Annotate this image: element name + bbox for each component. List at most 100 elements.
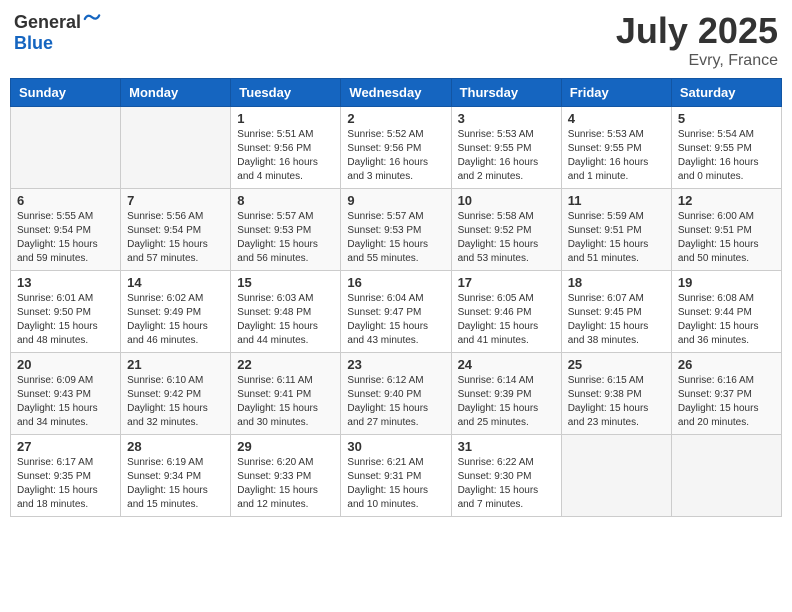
day-info: Sunrise: 6:12 AM Sunset: 9:40 PM Dayligh… [347, 374, 444, 430]
calendar-cell: 1 Sunrise: 5:51 AM Sunset: 9:56 PM Daylig… [231, 107, 341, 189]
day-number: 21 [127, 357, 224, 372]
logo-blue: Blue [14, 33, 53, 53]
calendar-week-row: 20Sunrise: 6:09 AM Sunset: 9:43 PM Dayli… [11, 353, 782, 435]
calendar-week-row: 27Sunrise: 6:17 AM Sunset: 9:35 PM Dayli… [11, 435, 782, 517]
calendar-table: SundayMondayTuesdayWednesdayThursdayFrid… [10, 78, 782, 517]
day-info: Sunrise: 5:57 AM Sunset: 9:53 PM Dayligh… [347, 210, 444, 266]
logo-general: General [14, 12, 81, 32]
day-info: Sunrise: 6:09 AM Sunset: 9:43 PM Dayligh… [17, 374, 114, 430]
day-info: Sunrise: 6:00 AM Sunset: 9:51 PM Dayligh… [678, 210, 775, 266]
day-info: Sunrise: 5:54 AM Sunset: 9:55 PM Dayligh… [678, 128, 775, 184]
calendar-header-row: SundayMondayTuesdayWednesdayThursdayFrid… [11, 79, 782, 107]
day-number: 26 [678, 357, 775, 372]
day-info: Sunrise: 6:11 AM Sunset: 9:41 PM Dayligh… [237, 374, 334, 430]
calendar-cell: 21 Sunrise: 6:10 AM Sunset: 9:42 PM Dayli… [121, 353, 231, 435]
calendar-cell: 27Sunrise: 6:17 AM Sunset: 9:35 PM Dayli… [11, 435, 121, 517]
day-number: 17 [458, 275, 555, 290]
logo: General Blue [14, 10, 101, 54]
day-info: Sunrise: 6:02 AM Sunset: 9:49 PM Dayligh… [127, 292, 224, 348]
day-info: Sunrise: 6:15 AM Sunset: 9:38 PM Dayligh… [568, 374, 665, 430]
calendar-cell: 18 Sunrise: 6:07 AM Sunset: 9:45 PM Dayli… [561, 271, 671, 353]
day-number: 9 [347, 193, 444, 208]
day-number: 24 [458, 357, 555, 372]
day-info: Sunrise: 6:07 AM Sunset: 9:45 PM Dayligh… [568, 292, 665, 348]
calendar-cell: 10 Sunrise: 5:58 AM Sunset: 9:52 PM Dayli… [451, 189, 561, 271]
calendar-cell [561, 435, 671, 517]
day-info: Sunrise: 5:51 AM Sunset: 9:56 PM Dayligh… [237, 128, 334, 184]
day-number: 18 [568, 275, 665, 290]
calendar-cell: 22 Sunrise: 6:11 AM Sunset: 9:41 PM Dayli… [231, 353, 341, 435]
day-info: Sunrise: 6:20 AM Sunset: 9:33 PM Dayligh… [237, 456, 334, 512]
calendar-cell: 12 Sunrise: 6:00 AM Sunset: 9:51 PM Dayli… [671, 189, 781, 271]
calendar-week-row: 6 Sunrise: 5:55 AM Sunset: 9:54 PM Daylig… [11, 189, 782, 271]
calendar-cell: 26 Sunrise: 6:16 AM Sunset: 9:37 PM Dayli… [671, 353, 781, 435]
day-number: 4 [568, 111, 665, 126]
calendar-cell: 8 Sunrise: 5:57 AM Sunset: 9:53 PM Daylig… [231, 189, 341, 271]
title-area: July 2025 Evry, France [616, 10, 778, 70]
day-number: 1 [237, 111, 334, 126]
calendar-cell: 29 Sunrise: 6:20 AM Sunset: 9:33 PM Dayli… [231, 435, 341, 517]
calendar-cell [121, 107, 231, 189]
day-number: 7 [127, 193, 224, 208]
day-number: 31 [458, 439, 555, 454]
calendar-cell: 20Sunrise: 6:09 AM Sunset: 9:43 PM Dayli… [11, 353, 121, 435]
calendar-cell: 9 Sunrise: 5:57 AM Sunset: 9:53 PM Daylig… [341, 189, 451, 271]
day-number: 30 [347, 439, 444, 454]
day-number: 27 [17, 439, 114, 454]
day-number: 10 [458, 193, 555, 208]
calendar-cell: 23 Sunrise: 6:12 AM Sunset: 9:40 PM Dayli… [341, 353, 451, 435]
calendar-cell: 30 Sunrise: 6:21 AM Sunset: 9:31 PM Dayli… [341, 435, 451, 517]
calendar-cell: 6 Sunrise: 5:55 AM Sunset: 9:54 PM Daylig… [11, 189, 121, 271]
calendar-cell: 11Sunrise: 5:59 AM Sunset: 9:51 PM Dayli… [561, 189, 671, 271]
weekday-header: Friday [561, 79, 671, 107]
day-number: 8 [237, 193, 334, 208]
calendar-cell: 13Sunrise: 6:01 AM Sunset: 9:50 PM Dayli… [11, 271, 121, 353]
day-number: 23 [347, 357, 444, 372]
calendar-cell: 31 Sunrise: 6:22 AM Sunset: 9:30 PM Dayli… [451, 435, 561, 517]
day-info: Sunrise: 6:19 AM Sunset: 9:34 PM Dayligh… [127, 456, 224, 512]
day-number: 12 [678, 193, 775, 208]
calendar-header: General Blue July 2025 Evry, France [10, 10, 782, 70]
day-info: Sunrise: 6:16 AM Sunset: 9:37 PM Dayligh… [678, 374, 775, 430]
calendar-cell: 16 Sunrise: 6:04 AM Sunset: 9:47 PM Dayli… [341, 271, 451, 353]
calendar-cell: 14 Sunrise: 6:02 AM Sunset: 9:49 PM Dayli… [121, 271, 231, 353]
calendar-cell: 3Sunrise: 5:53 AM Sunset: 9:55 PM Daylig… [451, 107, 561, 189]
day-info: Sunrise: 5:58 AM Sunset: 9:52 PM Dayligh… [458, 210, 555, 266]
day-number: 6 [17, 193, 114, 208]
day-number: 16 [347, 275, 444, 290]
logo-text: General Blue [14, 10, 101, 54]
day-info: Sunrise: 5:52 AM Sunset: 9:56 PM Dayligh… [347, 128, 444, 184]
day-number: 2 [347, 111, 444, 126]
day-info: Sunrise: 6:10 AM Sunset: 9:42 PM Dayligh… [127, 374, 224, 430]
day-number: 11 [568, 193, 665, 208]
day-info: Sunrise: 5:55 AM Sunset: 9:54 PM Dayligh… [17, 210, 114, 266]
calendar-cell: 25Sunrise: 6:15 AM Sunset: 9:38 PM Dayli… [561, 353, 671, 435]
calendar-cell: 28Sunrise: 6:19 AM Sunset: 9:34 PM Dayli… [121, 435, 231, 517]
day-info: Sunrise: 5:53 AM Sunset: 9:55 PM Dayligh… [568, 128, 665, 184]
day-number: 29 [237, 439, 334, 454]
calendar-cell: 5 Sunrise: 5:54 AM Sunset: 9:55 PM Daylig… [671, 107, 781, 189]
weekday-header: Saturday [671, 79, 781, 107]
logo-wave-icon [83, 10, 101, 28]
day-info: Sunrise: 6:22 AM Sunset: 9:30 PM Dayligh… [458, 456, 555, 512]
day-info: Sunrise: 5:57 AM Sunset: 9:53 PM Dayligh… [237, 210, 334, 266]
day-info: Sunrise: 6:21 AM Sunset: 9:31 PM Dayligh… [347, 456, 444, 512]
day-number: 22 [237, 357, 334, 372]
day-number: 15 [237, 275, 334, 290]
calendar-cell: 2 Sunrise: 5:52 AM Sunset: 9:56 PM Daylig… [341, 107, 451, 189]
day-number: 19 [678, 275, 775, 290]
day-number: 14 [127, 275, 224, 290]
calendar-cell: 7Sunrise: 5:56 AM Sunset: 9:54 PM Daylig… [121, 189, 231, 271]
day-number: 3 [458, 111, 555, 126]
weekday-header: Thursday [451, 79, 561, 107]
day-info: Sunrise: 6:03 AM Sunset: 9:48 PM Dayligh… [237, 292, 334, 348]
location-title: Evry, France [616, 52, 778, 70]
calendar-cell [11, 107, 121, 189]
calendar-cell: 19 Sunrise: 6:08 AM Sunset: 9:44 PM Dayli… [671, 271, 781, 353]
day-info: Sunrise: 6:08 AM Sunset: 9:44 PM Dayligh… [678, 292, 775, 348]
weekday-header: Monday [121, 79, 231, 107]
day-info: Sunrise: 6:04 AM Sunset: 9:47 PM Dayligh… [347, 292, 444, 348]
day-number: 5 [678, 111, 775, 126]
calendar-cell: 15 Sunrise: 6:03 AM Sunset: 9:48 PM Dayli… [231, 271, 341, 353]
calendar-cell [671, 435, 781, 517]
